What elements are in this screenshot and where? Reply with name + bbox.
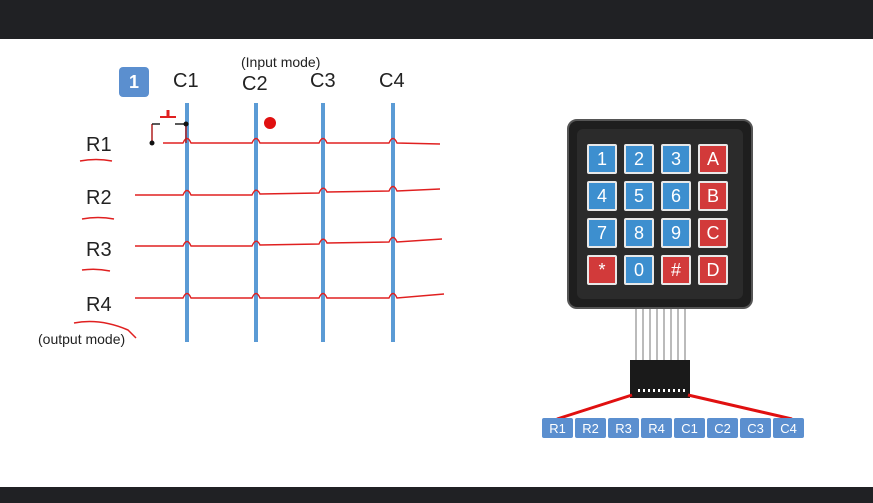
key-1: 1 — [587, 144, 617, 174]
key-d: D — [698, 255, 728, 285]
output-mode-label: (output mode) — [38, 331, 126, 347]
bottom-bar — [0, 487, 873, 503]
keypad-image: 1 2 3 A 4 5 6 B 7 8 9 C * 0 # D — [567, 119, 753, 309]
pin-c1: C1 — [674, 418, 705, 438]
pointer-dot — [264, 117, 276, 129]
push-switch-icon — [149, 110, 189, 146]
pin-r3: R3 — [608, 418, 639, 438]
key-a: A — [698, 144, 728, 174]
underline-r2 — [81, 216, 115, 220]
ribbon-cable — [635, 309, 686, 362]
underline-r3 — [81, 268, 111, 272]
pin-r1: R1 — [542, 418, 573, 438]
key-0: 0 — [624, 255, 654, 285]
key-b: B — [698, 181, 728, 211]
input-mode-label: (Input mode) — [241, 54, 321, 70]
row-wire-r1 — [163, 137, 441, 145]
column-label-c4: C4 — [379, 70, 405, 92]
column-label-c3: C3 — [310, 70, 336, 92]
pin-c4: C4 — [773, 418, 804, 438]
key-star: * — [587, 255, 617, 285]
connector-pin-strip: R1 R2 R3 R4 C1 C2 C3 C4 — [542, 418, 804, 438]
row-wire-r3 — [135, 236, 443, 247]
pin-r4: R4 — [641, 418, 672, 438]
column-label-c2: C2 — [242, 73, 268, 95]
keypad-face: 1 2 3 A 4 5 6 B 7 8 9 C * 0 # D — [577, 129, 743, 299]
row-wire-r4 — [135, 292, 445, 299]
key-hash: # — [661, 255, 691, 285]
key-7: 7 — [587, 218, 617, 248]
row-label-r1: R1 — [86, 134, 112, 156]
pin-c2: C2 — [707, 418, 738, 438]
bracket-right — [687, 393, 793, 421]
column-label-c1: C1 — [173, 70, 199, 92]
pin-c3: C3 — [740, 418, 771, 438]
row-label-r3: R3 — [86, 239, 112, 261]
connector-block — [630, 360, 690, 398]
bracket-left — [556, 393, 633, 421]
underline-r1 — [79, 158, 113, 162]
key-5: 5 — [624, 181, 654, 211]
key-c: C — [698, 218, 728, 248]
row-label-r4: R4 — [86, 294, 112, 316]
key-2: 2 — [624, 144, 654, 174]
key-3: 3 — [661, 144, 691, 174]
key-8: 8 — [624, 218, 654, 248]
key-9: 9 — [661, 218, 691, 248]
row-label-r2: R2 — [86, 187, 112, 209]
step-badge: 1 — [119, 67, 149, 97]
key-4: 4 — [587, 181, 617, 211]
key-6: 6 — [661, 181, 691, 211]
pin-r2: R2 — [575, 418, 606, 438]
